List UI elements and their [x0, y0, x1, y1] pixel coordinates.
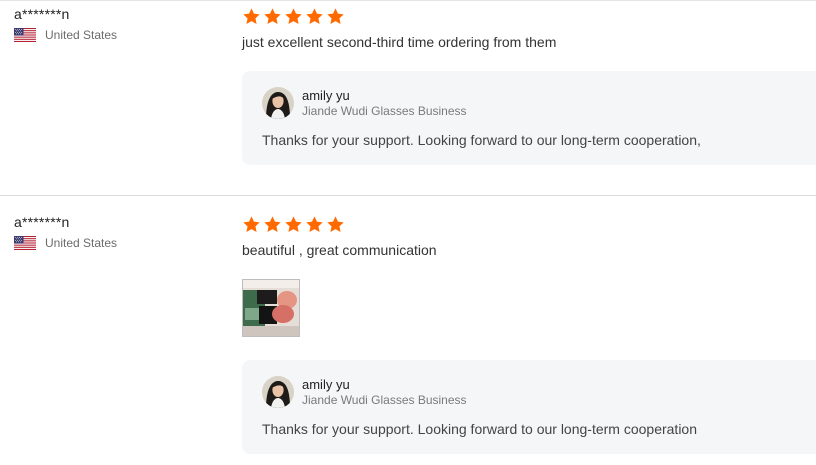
star-icon	[284, 215, 303, 234]
star-icon	[305, 215, 324, 234]
buyer-name: a*******n	[14, 6, 70, 22]
review-item: a*******n United States just excellent s…	[0, 0, 816, 196]
star-icon	[242, 215, 261, 234]
seller-company: Jiande Wudi Glasses Business	[302, 392, 467, 407]
buyer-info: a*******n United States	[14, 214, 117, 250]
us-flag-icon	[14, 236, 36, 250]
seller-company: Jiande Wudi Glasses Business	[302, 103, 467, 118]
star-icon	[326, 215, 345, 234]
star-icon	[326, 7, 345, 26]
us-flag-icon	[14, 28, 36, 42]
seller-avatar	[262, 376, 294, 408]
buyer-country: United States	[45, 236, 118, 250]
star-rating	[242, 214, 816, 234]
seller-reply: amily yu Jiande Wudi Glasses Business Th…	[242, 360, 816, 454]
buyer-name: a*******n	[14, 214, 70, 230]
reviews-page: a*******n United States just excellent s…	[0, 0, 816, 465]
star-icon	[305, 7, 324, 26]
buyer-country-row: United States	[14, 236, 117, 250]
review-comment: beautiful , great communication	[242, 242, 437, 258]
review-item: a*******n United States beautiful , grea…	[0, 196, 816, 465]
reply-text: Thanks for your support. Looking forward…	[262, 132, 701, 148]
review-content: just excellent second-third time orderin…	[242, 6, 816, 51]
seller-name: amily yu	[302, 87, 350, 103]
buyer-country-row: United States	[14, 28, 117, 42]
buyer-info: a*******n United States	[14, 6, 117, 42]
star-icon	[263, 7, 282, 26]
reply-text: Thanks for your support. Looking forward…	[262, 421, 698, 437]
seller-reply: amily yu Jiande Wudi Glasses Business Th…	[242, 71, 816, 165]
seller-avatar	[262, 87, 294, 119]
review-content: beautiful , great communication	[242, 214, 816, 337]
star-icon	[242, 7, 261, 26]
seller-name: amily yu	[302, 376, 350, 392]
review-photo-thumbnail[interactable]	[242, 279, 300, 337]
star-icon	[263, 215, 282, 234]
star-icon	[284, 7, 303, 26]
star-rating	[242, 6, 816, 26]
review-comment: just excellent second-third time orderin…	[242, 34, 557, 50]
buyer-country: United States	[45, 28, 118, 42]
seller-info: amily yu Jiande Wudi Glasses Business	[262, 376, 467, 408]
seller-info: amily yu Jiande Wudi Glasses Business	[262, 87, 467, 119]
product-photo-icon	[243, 280, 299, 336]
